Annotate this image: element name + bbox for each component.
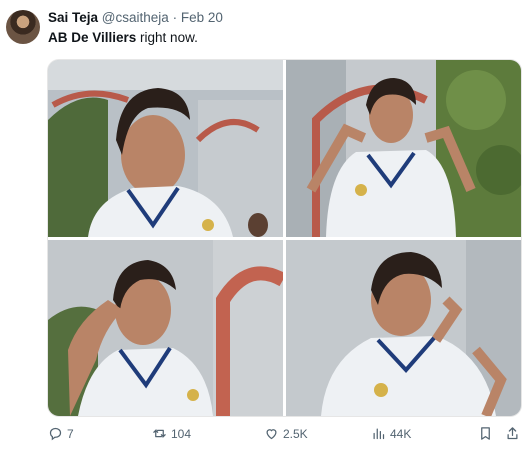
tweet-text-highlight: AB De Villiers [48,30,137,45]
author-handle[interactable]: @csaitheja [102,10,169,25]
action-bar: 7 104 2.5K 44K [48,426,520,446]
media-image-2[interactable] [286,60,521,237]
share-button[interactable] [505,426,520,441]
media-image-3[interactable] [48,240,283,416]
share-icon [505,426,520,441]
retweet-icon [152,426,167,441]
like-count: 2.5K [283,426,308,441]
avatar[interactable] [6,10,40,44]
like-button[interactable]: 2.5K [264,426,308,441]
bookmark-button[interactable] [478,426,493,441]
views-icon [371,426,386,441]
bookmark-icon [478,426,493,441]
media-grid[interactable] [47,59,522,417]
tweet[interactable]: Sai Teja @csaitheja · Feb 20 AB De Villi… [0,0,523,456]
author-name[interactable]: Sai Teja [48,10,98,25]
tweet-header: Sai Teja @csaitheja · Feb 20 [48,10,223,26]
tweet-text-rest: right now. [136,30,198,45]
views-button[interactable]: 44K [371,426,411,441]
retweet-button[interactable]: 104 [152,426,191,441]
tweet-date[interactable]: Feb 20 [181,10,223,25]
tweet-text: AB De Villiers right now. [48,30,198,46]
reply-count: 7 [67,426,74,441]
retweet-count: 104 [171,426,192,441]
reply-icon [48,426,63,441]
views-count: 44K [390,426,412,441]
header-separator: · [172,10,178,25]
media-image-1[interactable] [48,60,283,237]
reply-button[interactable]: 7 [48,426,74,441]
media-image-4[interactable] [286,240,521,416]
heart-icon [264,426,279,441]
